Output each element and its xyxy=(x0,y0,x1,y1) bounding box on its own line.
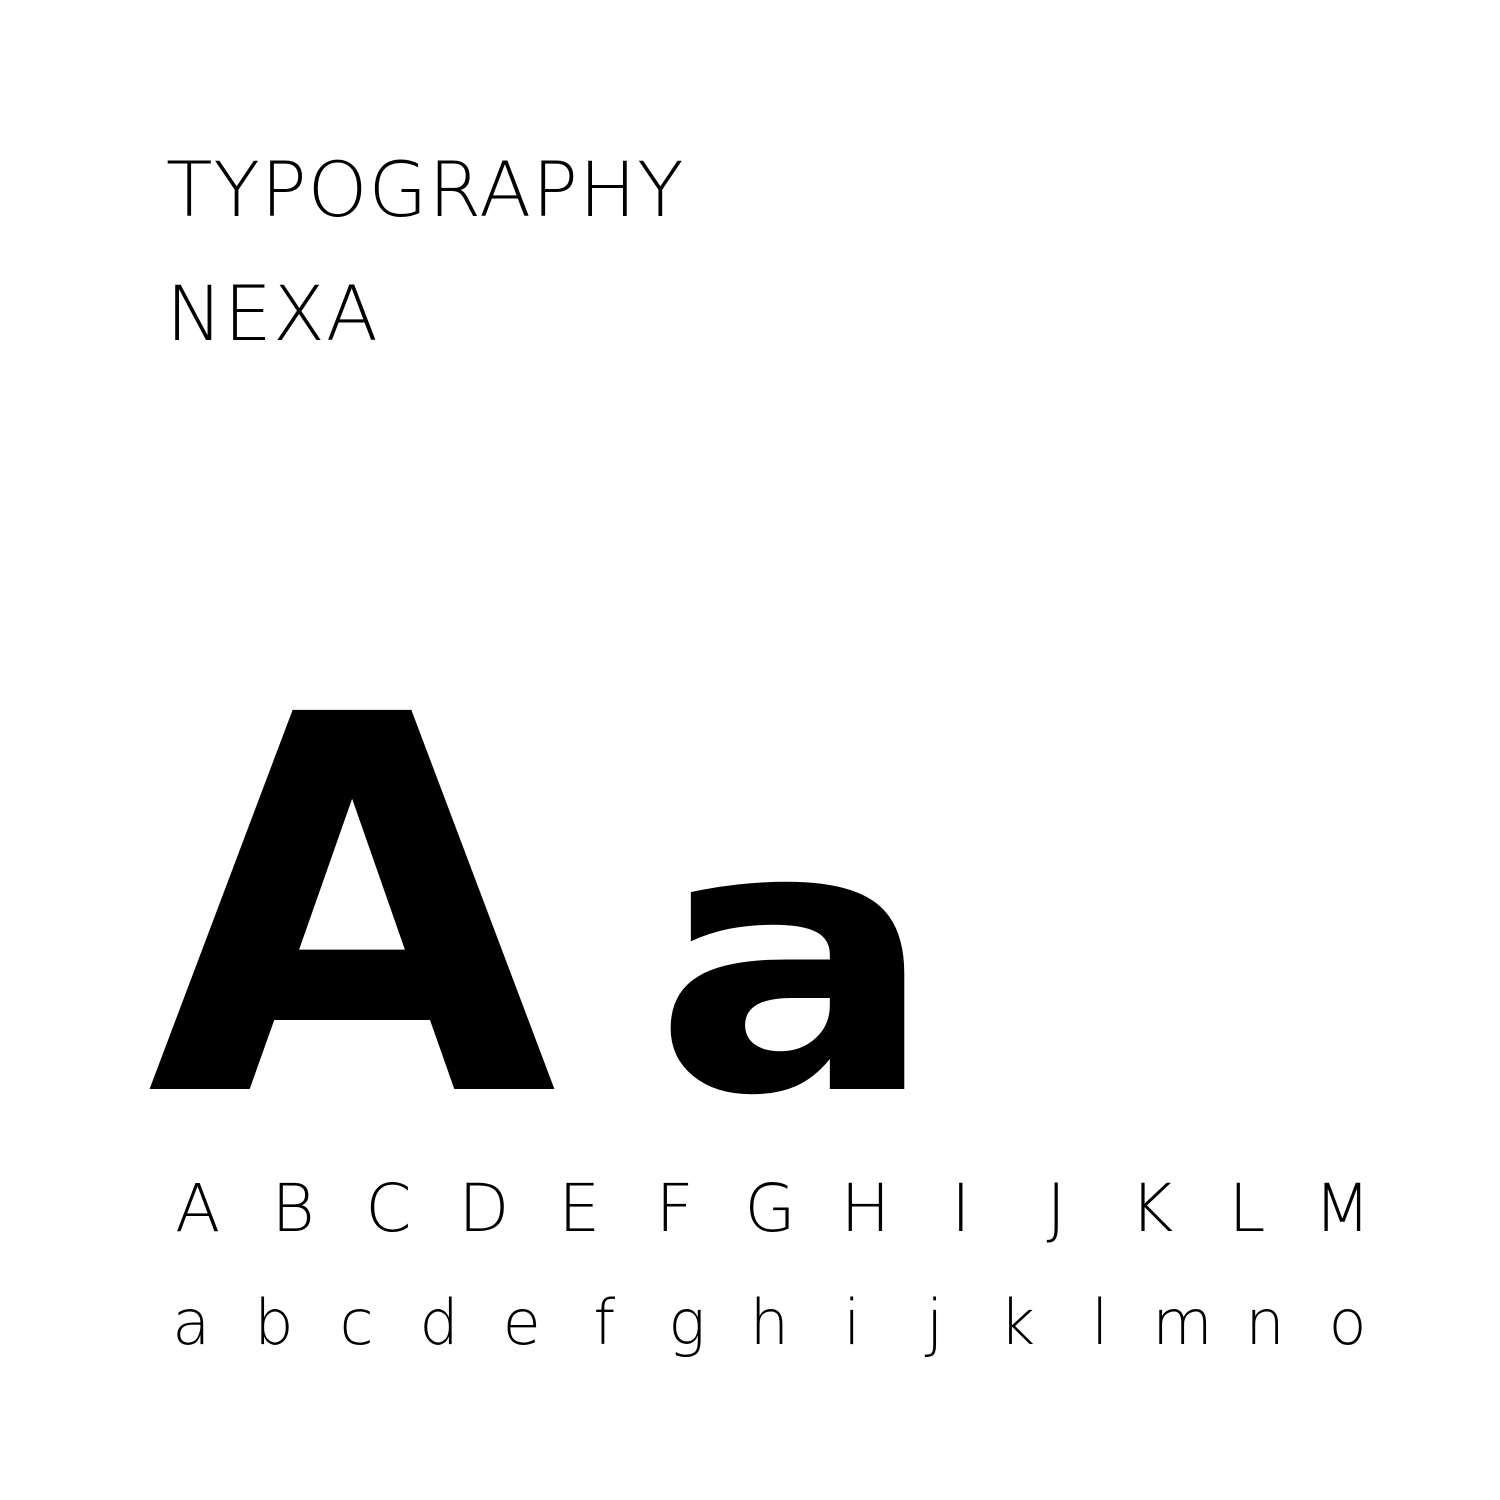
uppercase-letter: H xyxy=(840,1170,891,1247)
uppercase-letter: F xyxy=(655,1170,694,1247)
lowercase-letter: f xyxy=(593,1286,616,1359)
lowercase-letter: j xyxy=(926,1286,944,1359)
lowercase-letter: e xyxy=(502,1286,541,1359)
page-title: TYPOGRAPHY xyxy=(166,145,685,234)
uppercase-letter: L xyxy=(1228,1170,1266,1247)
specimen-uppercase: A xyxy=(147,606,561,1212)
uppercase-letter: D xyxy=(458,1170,510,1247)
lowercase-letter: l xyxy=(1091,1286,1109,1359)
uppercase-letter: M xyxy=(1313,1170,1371,1247)
lowercase-letter: a xyxy=(172,1286,211,1359)
lowercase-letter: d xyxy=(419,1286,459,1359)
uppercase-letter: J xyxy=(1046,1170,1066,1247)
lowercase-letter: h xyxy=(749,1286,790,1359)
lowercase-letter: i xyxy=(843,1286,861,1359)
uppercase-letter: A xyxy=(175,1170,221,1247)
uppercase-letter: K xyxy=(1129,1170,1174,1247)
uppercase-letter: C xyxy=(365,1170,412,1247)
lowercase-letter: k xyxy=(999,1286,1036,1359)
lowercase-letter: m xyxy=(1152,1286,1213,1359)
lowercase-letter: o xyxy=(1328,1286,1367,1359)
lowercase-letter: g xyxy=(668,1286,706,1359)
uppercase-letter: E xyxy=(558,1170,601,1247)
lowercase-letter: b xyxy=(254,1286,294,1359)
uppercase-letter: I xyxy=(951,1170,971,1247)
lowercase-alphabet: a b c d e f g h i j k l m n o xyxy=(150,1292,1390,1354)
uppercase-alphabet: A B C D E F G H I J K L M xyxy=(150,1176,1390,1242)
font-name: NEXA xyxy=(166,269,379,358)
uppercase-letter: B xyxy=(271,1170,315,1247)
specimen-lowercase: a xyxy=(653,747,938,1177)
lowercase-letter: c xyxy=(339,1286,374,1359)
typography-page: TYPOGRAPHY NEXA A a A B C D E F G H I J … xyxy=(0,0,1500,1500)
uppercase-letter: G xyxy=(744,1170,796,1247)
lowercase-letter: n xyxy=(1245,1286,1285,1359)
